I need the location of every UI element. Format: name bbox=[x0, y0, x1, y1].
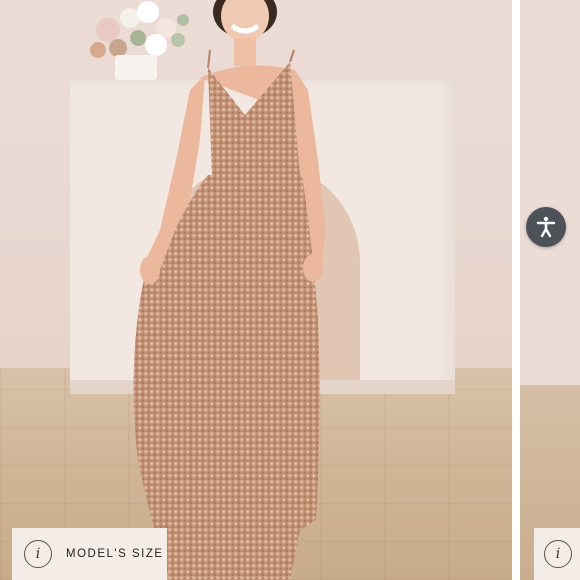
main-product-image[interactable]: i MODEL'S SIZE bbox=[0, 0, 512, 580]
model-photo bbox=[133, 0, 326, 580]
info-icon: i bbox=[544, 540, 572, 568]
info-icon: i bbox=[24, 540, 52, 568]
accessibility-icon bbox=[536, 216, 556, 238]
accessibility-button[interactable] bbox=[526, 207, 566, 247]
next-product-image[interactable]: i bbox=[520, 0, 580, 580]
next-models-size-button[interactable]: i bbox=[534, 528, 580, 580]
models-size-label: MODEL'S SIZE bbox=[66, 548, 164, 560]
models-size-button[interactable]: i MODEL'S SIZE bbox=[12, 528, 167, 580]
next-backdrop-wall bbox=[520, 0, 580, 385]
slide-divider bbox=[512, 0, 520, 580]
